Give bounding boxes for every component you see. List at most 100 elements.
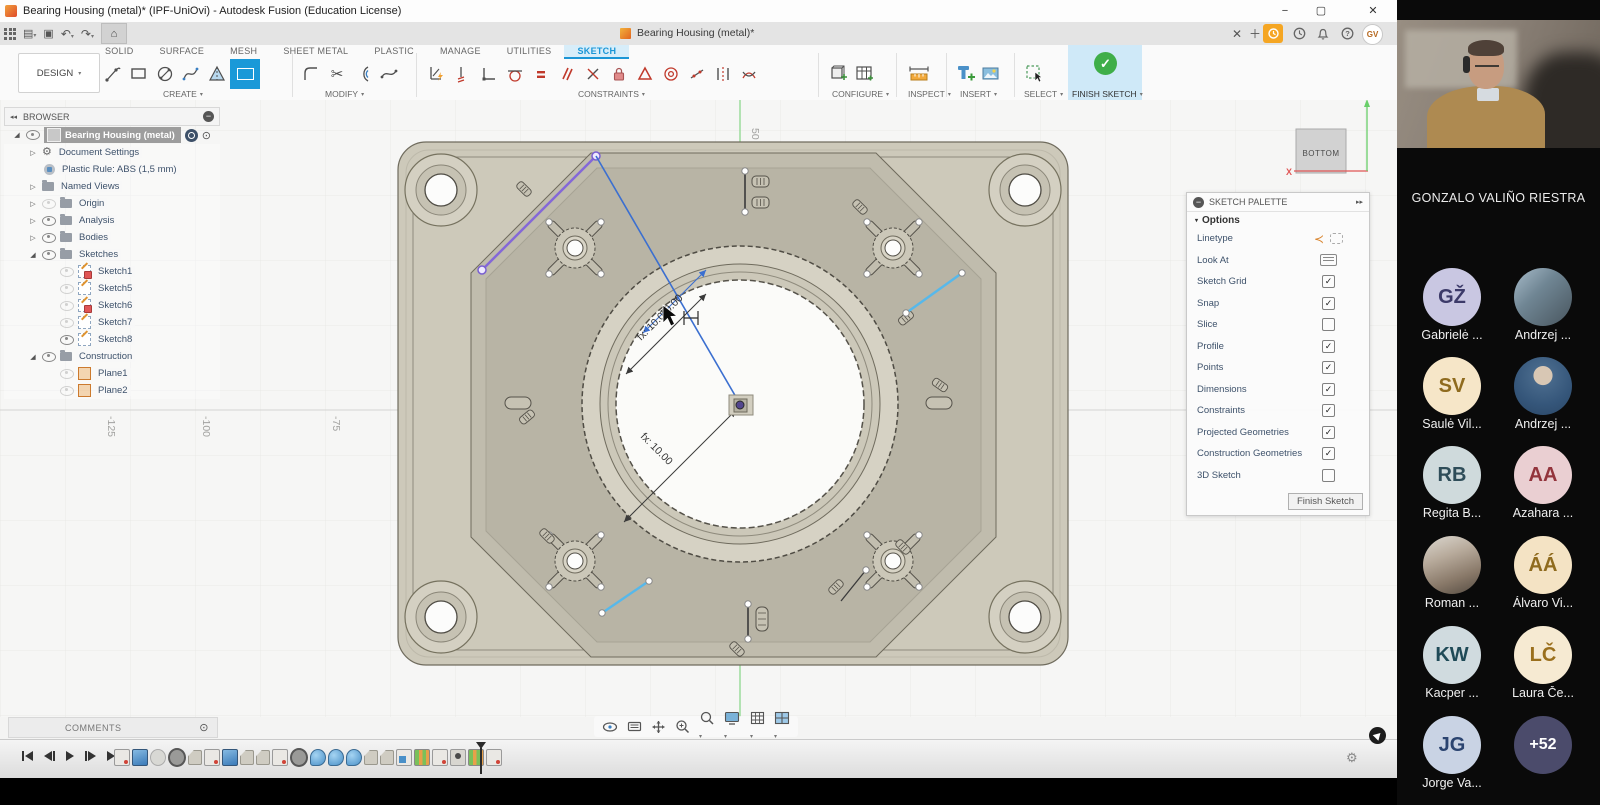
dock-panel-icon[interactable]: ▸▸ — [1356, 198, 1363, 206]
insert-group-label[interactable]: INSERT▾ — [960, 89, 997, 99]
timeline-sketch-icon[interactable] — [486, 749, 502, 766]
timeline-fillet-icon[interactable] — [328, 749, 344, 766]
timeline-fillet-icon[interactable] — [346, 749, 362, 766]
finish-sketch-palette-button[interactable]: Finish Sketch — [1288, 493, 1363, 510]
line-tool-icon[interactable] — [100, 61, 126, 87]
timeline-sketch-icon[interactable] — [432, 749, 448, 766]
redo-icon[interactable]: ↷▾ — [81, 27, 94, 41]
fix-lock-constraint-icon[interactable] — [606, 61, 632, 87]
timeline-pattern-icon[interactable] — [414, 749, 430, 766]
timeline-extrude-icon[interactable] — [222, 749, 238, 766]
timeline-hole-icon[interactable] — [450, 749, 466, 766]
close-button[interactable]: ✕ — [1356, 0, 1390, 21]
timeline-sketch-icon[interactable] — [114, 749, 130, 766]
user-avatar[interactable]: GV — [1362, 24, 1383, 45]
collapse-all-icon[interactable]: − — [203, 111, 214, 122]
spline-tool-icon[interactable] — [178, 61, 204, 87]
skip-to-start-button[interactable] — [22, 751, 33, 761]
root-component-label[interactable]: Bearing Housing (metal) — [65, 130, 175, 141]
constraints-checkbox[interactable] — [1322, 404, 1335, 417]
viewports-icon[interactable]: ▾ — [774, 711, 790, 743]
pan-icon[interactable] — [651, 720, 666, 734]
browser-row-sketch5[interactable]: Sketch5 — [4, 280, 220, 297]
configuration-table-icon[interactable] — [852, 61, 878, 87]
grid-settings-icon[interactable]: ▾ — [750, 711, 765, 743]
browser-row-sketch7[interactable]: Sketch7 — [4, 314, 220, 331]
save-icon[interactable]: ▣ — [43, 27, 53, 40]
tab-plastic[interactable]: PLASTIC — [361, 45, 427, 59]
tab-sketch[interactable]: SKETCH — [564, 45, 629, 59]
look-at-icon[interactable] — [1320, 254, 1337, 266]
sketch-grid-checkbox[interactable] — [1322, 275, 1335, 288]
tab-sheet-metal[interactable]: SHEET METAL — [270, 45, 361, 59]
eye-off-icon[interactable] — [42, 199, 56, 209]
timeline-fillet-icon[interactable] — [310, 749, 326, 766]
timeline-chamfer-icon[interactable] — [380, 750, 394, 765]
trim-tool-icon[interactable]: ✂ — [324, 61, 350, 87]
eye-off-icon[interactable] — [60, 284, 74, 294]
browser-row-named-views[interactable]: ▷Named Views — [4, 178, 220, 195]
app-grid-icon[interactable] — [4, 28, 16, 40]
timeline-gear-icon[interactable]: ⚙ — [1346, 750, 1358, 766]
comments-bar[interactable]: COMMENTS ⊙ — [8, 717, 218, 738]
tab-mesh[interactable]: MESH — [217, 45, 270, 59]
eye-off-icon[interactable] — [60, 267, 74, 277]
timeline-chamfer-icon[interactable] — [364, 750, 378, 765]
job-status-button[interactable] — [1263, 24, 1283, 43]
finish-sketch-label[interactable]: FINISH SKETCH▾ — [1072, 89, 1143, 99]
mirror-tool-icon[interactable] — [204, 61, 230, 87]
normal-linetype-icon[interactable] — [1330, 233, 1343, 244]
tangent-constraint-icon[interactable] — [502, 61, 528, 87]
constraints-group-label[interactable]: CONSTRAINTS▾ — [578, 89, 645, 99]
tab-surface[interactable]: SURFACE — [147, 45, 218, 59]
timeline-position-marker[interactable] — [476, 742, 486, 774]
insert-canvas-image-icon[interactable] — [978, 61, 1004, 87]
insert-fastener-icon[interactable] — [952, 61, 978, 87]
auto-dimension-icon[interactable] — [450, 61, 476, 87]
browser-row-sketch1[interactable]: Sketch1 — [4, 263, 220, 280]
tab-manage[interactable]: MANAGE — [427, 45, 494, 59]
browser-root-row[interactable]: ◢ Bearing Housing (metal) ⊙ — [4, 126, 220, 144]
step-forward-button[interactable] — [85, 751, 96, 761]
points-checkbox[interactable] — [1322, 361, 1335, 374]
eye-off-icon[interactable] — [60, 369, 74, 379]
timeline-chamfer-icon[interactable] — [256, 750, 270, 765]
timeline-extrude-icon[interactable] — [132, 749, 148, 766]
fillet-tool-icon[interactable] — [298, 61, 324, 87]
inspect-group-label[interactable]: INSPECT▾ — [908, 89, 951, 99]
eye-off-icon[interactable] — [60, 301, 74, 311]
slice-checkbox[interactable] — [1322, 318, 1335, 331]
projected-geometries-checkbox[interactable] — [1322, 426, 1335, 439]
sketch-dimension-icon[interactable] — [424, 61, 450, 87]
symmetry-constraint-icon[interactable] — [710, 61, 736, 87]
undo-icon[interactable]: ↶▾ — [61, 27, 74, 41]
eye-icon[interactable] — [42, 250, 56, 260]
minimize-palette-icon[interactable]: − — [1193, 197, 1204, 208]
tab-utilities[interactable]: UTILITIES — [494, 45, 565, 59]
document-tab[interactable]: Bearing Housing (metal)* — [620, 22, 754, 44]
perpendicular-constraint-icon[interactable] — [580, 61, 606, 87]
browser-row-document-settings[interactable]: ▷⚙Document Settings — [4, 144, 220, 161]
help-icon[interactable]: ? — [1338, 25, 1356, 42]
eye-icon[interactable] — [42, 216, 56, 226]
browser-row-plastic-rule[interactable]: Plastic Rule: ABS (1,5 mm) — [4, 161, 220, 178]
modify-group-label[interactable]: MODIFY▾ — [325, 89, 364, 99]
configure-feature-icon[interactable] — [826, 61, 852, 87]
equal-constraint-icon[interactable] — [528, 61, 554, 87]
offset-tool-icon[interactable] — [350, 61, 376, 87]
eye-icon[interactable] — [60, 335, 74, 345]
play-button[interactable] — [66, 751, 74, 761]
curvature-constraint-icon[interactable] — [736, 61, 762, 87]
snap-checkbox[interactable] — [1322, 297, 1335, 310]
construction-linetype-icon[interactable]: ≺ — [1314, 232, 1324, 246]
profile-checkbox[interactable] — [1322, 340, 1335, 353]
look-at-icon[interactable] — [627, 720, 642, 733]
close-tab-icon[interactable]: ✕ — [1228, 25, 1246, 42]
edit-in-place-badge-icon[interactable] — [185, 129, 198, 142]
expander-icon[interactable]: ◢ — [12, 131, 22, 139]
collinear-constraint-icon[interactable] — [684, 61, 710, 87]
select-tool-icon[interactable] — [1022, 61, 1048, 87]
step-back-button[interactable] — [44, 751, 55, 761]
browser-row-construction[interactable]: ◢Construction — [4, 348, 220, 365]
horizontal-vertical-constraint-icon[interactable] — [476, 61, 502, 87]
